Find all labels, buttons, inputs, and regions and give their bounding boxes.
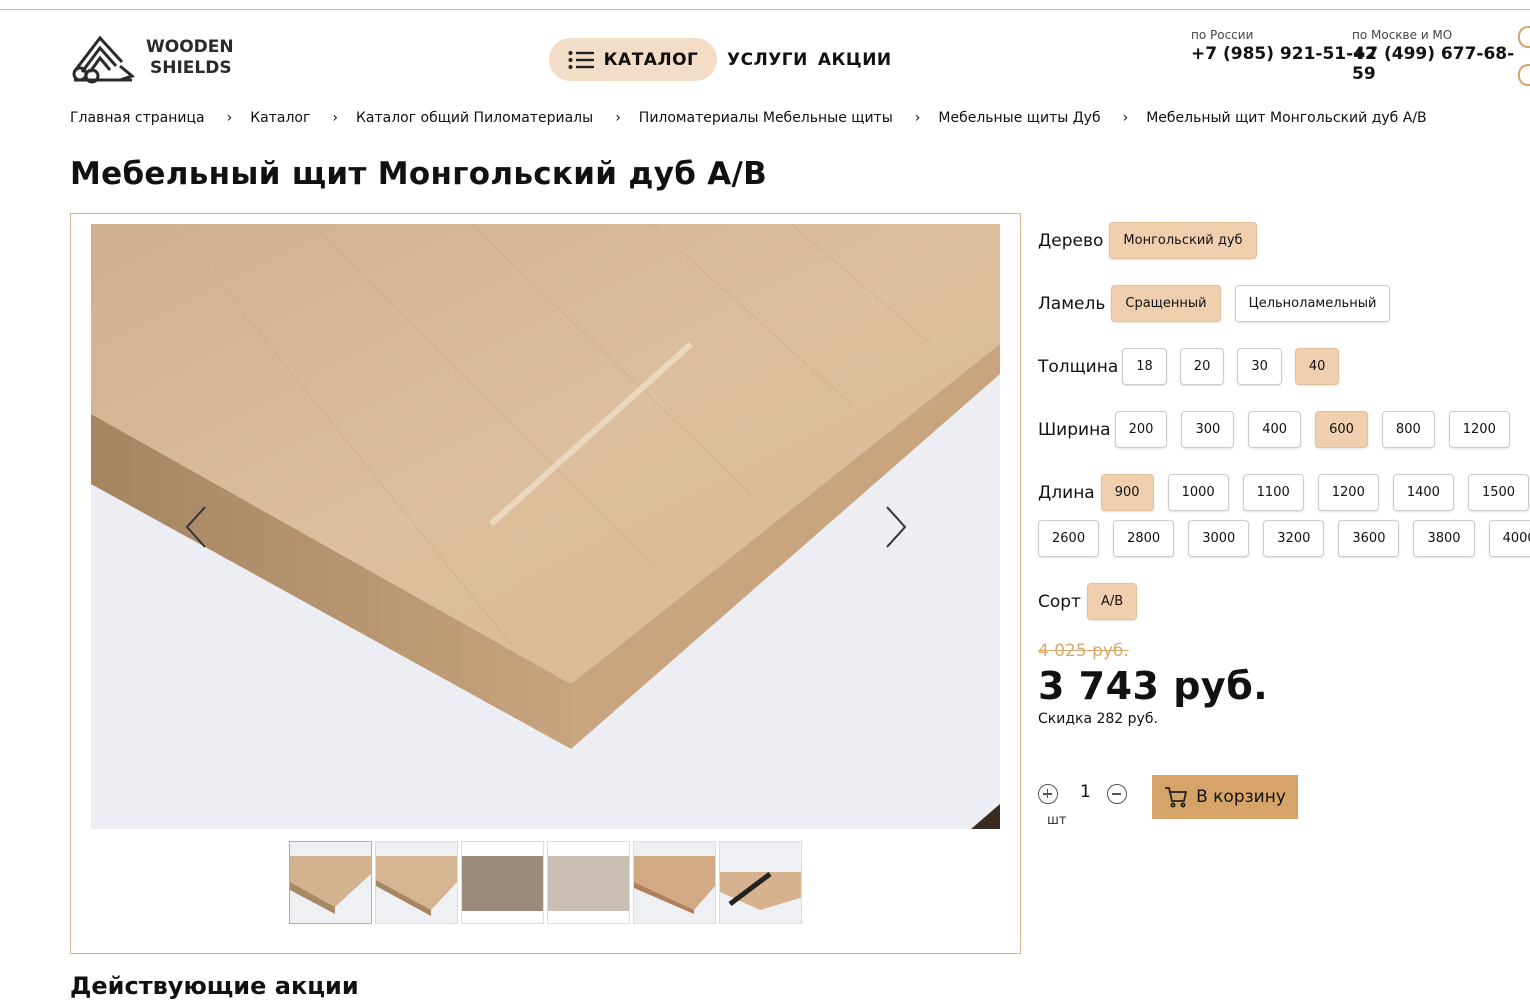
- logo[interactable]: WOODEN SHIELDS: [70, 32, 234, 84]
- discount-text: Скидка 282 руб.: [1038, 711, 1158, 727]
- chip-length[interactable]: 900: [1100, 474, 1154, 511]
- chip-length[interactable]: 1400: [1392, 474, 1454, 511]
- option-length-row2: 2600 2800 3000 3200 3600 3800 4000: [1038, 520, 1530, 557]
- old-price: 4 025 руб.: [1038, 641, 1129, 661]
- chip-length[interactable]: 3000: [1188, 520, 1250, 557]
- product-main-image: [91, 224, 1000, 829]
- logo-wood-icon: [72, 35, 136, 84]
- logo-text-2: SHIELDS: [150, 58, 232, 78]
- add-to-cart-button[interactable]: В корзину: [1152, 775, 1298, 819]
- breadcrumb-home[interactable]: Главная страница: [70, 110, 205, 126]
- option-label: Толщина: [1038, 356, 1119, 377]
- catalog-label: КАТАЛОГ: [603, 49, 699, 70]
- chip-width[interactable]: 1200: [1448, 411, 1510, 448]
- mail-icon[interactable]: [1518, 64, 1530, 86]
- chevron-right-icon: ›: [1122, 110, 1129, 126]
- chip-width[interactable]: 300: [1181, 411, 1235, 448]
- breadcrumb-current: Мебельный щит Монгольский дуб A/B: [1146, 110, 1427, 126]
- phone-moscow: по Москве и МО +7 (499) 677-68-59: [1352, 28, 1530, 84]
- page-title: Мебельный щит Монгольский дуб A/B: [70, 156, 768, 192]
- chip-grade[interactable]: A/B: [1086, 583, 1138, 620]
- menu-list-icon: [568, 50, 594, 69]
- option-thickness: Толщина 18 20 30 40: [1038, 348, 1353, 385]
- option-label: Дерево: [1038, 230, 1104, 251]
- chip-length[interactable]: 2600: [1038, 520, 1100, 557]
- phone-label: по России: [1191, 28, 1254, 42]
- phone-russia: по России +7 (985) 921-51-42: [1191, 28, 1377, 64]
- cart-label: В корзину: [1196, 787, 1286, 807]
- option-label: Длина: [1038, 482, 1095, 503]
- option-wood: Дерево Монгольский дуб: [1038, 222, 1271, 259]
- section-title-promotions: Действующие акции: [70, 972, 359, 1000]
- top-divider: [0, 9, 1530, 10]
- minus-icon[interactable]: [1106, 784, 1127, 804]
- plus-icon[interactable]: [1038, 784, 1058, 804]
- breadcrumb-catalog[interactable]: Каталог: [250, 110, 310, 126]
- quantity-unit: шт: [1047, 813, 1067, 828]
- quantity-stepper: 1: [1038, 782, 1127, 806]
- option-grade: Сорт A/B: [1038, 583, 1151, 620]
- chip-length[interactable]: 1200: [1317, 474, 1379, 511]
- thumbnail[interactable]: [719, 841, 802, 924]
- chip-thickness[interactable]: 30: [1237, 348, 1282, 385]
- option-label: Сорт: [1038, 591, 1081, 612]
- quantity-value[interactable]: 1: [1080, 782, 1091, 802]
- chevron-right-icon: ›: [914, 110, 921, 126]
- breadcrumb-lumber[interactable]: Каталог общий Пиломатериалы: [356, 110, 593, 126]
- chip-width[interactable]: 800: [1381, 411, 1435, 448]
- option-lamel: Ламель Сращенный Цельноламельный: [1038, 285, 1404, 322]
- chip-thickness[interactable]: 20: [1179, 348, 1225, 385]
- next-image-arrow[interactable]: [881, 504, 909, 550]
- thumbnail[interactable]: [547, 841, 630, 924]
- phone-number[interactable]: +7 (499) 677-68-59: [1352, 44, 1530, 84]
- thumbnail[interactable]: [633, 841, 716, 924]
- chip-thickness[interactable]: 40: [1294, 348, 1340, 385]
- thumbnail[interactable]: [461, 841, 544, 924]
- option-width: Ширина 200 300 400 600 800 1200: [1038, 411, 1524, 448]
- side-contact-icons: [1518, 26, 1530, 102]
- wood-board-image: [91, 224, 1000, 829]
- option-label: Ламель: [1038, 293, 1106, 314]
- thumbnail[interactable]: [289, 841, 372, 924]
- chip-wood[interactable]: Монгольский дуб: [1109, 222, 1257, 259]
- product-gallery: [70, 213, 1021, 954]
- cart-icon: [1165, 787, 1188, 808]
- chip-width[interactable]: 400: [1248, 411, 1302, 448]
- catalog-button[interactable]: КАТАЛОГ: [549, 38, 717, 81]
- breadcrumb-oak-boards[interactable]: Мебельные щиты Дуб: [938, 110, 1100, 126]
- main-nav: КАТАЛОГ УСЛУГИ АКЦИИ: [549, 38, 892, 81]
- chevron-right-icon: ›: [615, 110, 621, 126]
- chip-length[interactable]: 4000: [1488, 520, 1530, 557]
- whatsapp-icon[interactable]: [1518, 26, 1530, 48]
- option-label: Ширина: [1038, 419, 1111, 440]
- breadcrumb: Главная страница › Каталог › Каталог общий…: [70, 110, 1427, 126]
- chevron-right-icon: ›: [332, 110, 338, 126]
- chip-length[interactable]: 3800: [1413, 520, 1475, 557]
- chip-length[interactable]: 3600: [1338, 520, 1400, 557]
- chip-length[interactable]: 1100: [1242, 474, 1304, 511]
- nav-services[interactable]: УСЛУГИ: [727, 50, 808, 70]
- logo-text-1: WOODEN: [146, 37, 234, 57]
- nav-promotions[interactable]: АКЦИИ: [818, 50, 892, 70]
- thumbnail-strip: [289, 841, 802, 924]
- phone-number[interactable]: +7 (985) 921-51-42: [1191, 44, 1377, 64]
- chip-lamel[interactable]: Цельноламельный: [1234, 285, 1391, 322]
- phone-label: по Москве и МО: [1352, 28, 1453, 42]
- prev-image-arrow[interactable]: [183, 504, 211, 550]
- option-length: Длина 900 1000 1100 1200 1400 1500: [1038, 474, 1530, 511]
- chip-thickness[interactable]: 18: [1122, 348, 1167, 385]
- breadcrumb-furniture-boards[interactable]: Пиломатериалы Мебельные щиты: [639, 110, 893, 126]
- chip-length[interactable]: 2800: [1113, 520, 1175, 557]
- chip-length[interactable]: 1000: [1167, 474, 1229, 511]
- chip-width[interactable]: 200: [1114, 411, 1168, 448]
- chip-width[interactable]: 600: [1315, 411, 1368, 448]
- chip-lamel[interactable]: Сращенный: [1111, 285, 1221, 322]
- chevron-right-icon: ›: [226, 110, 233, 126]
- price: 3 743 руб.: [1038, 664, 1269, 708]
- chip-length[interactable]: 3200: [1263, 520, 1325, 557]
- thumbnail[interactable]: [375, 841, 458, 924]
- chip-length[interactable]: 1500: [1467, 474, 1530, 511]
